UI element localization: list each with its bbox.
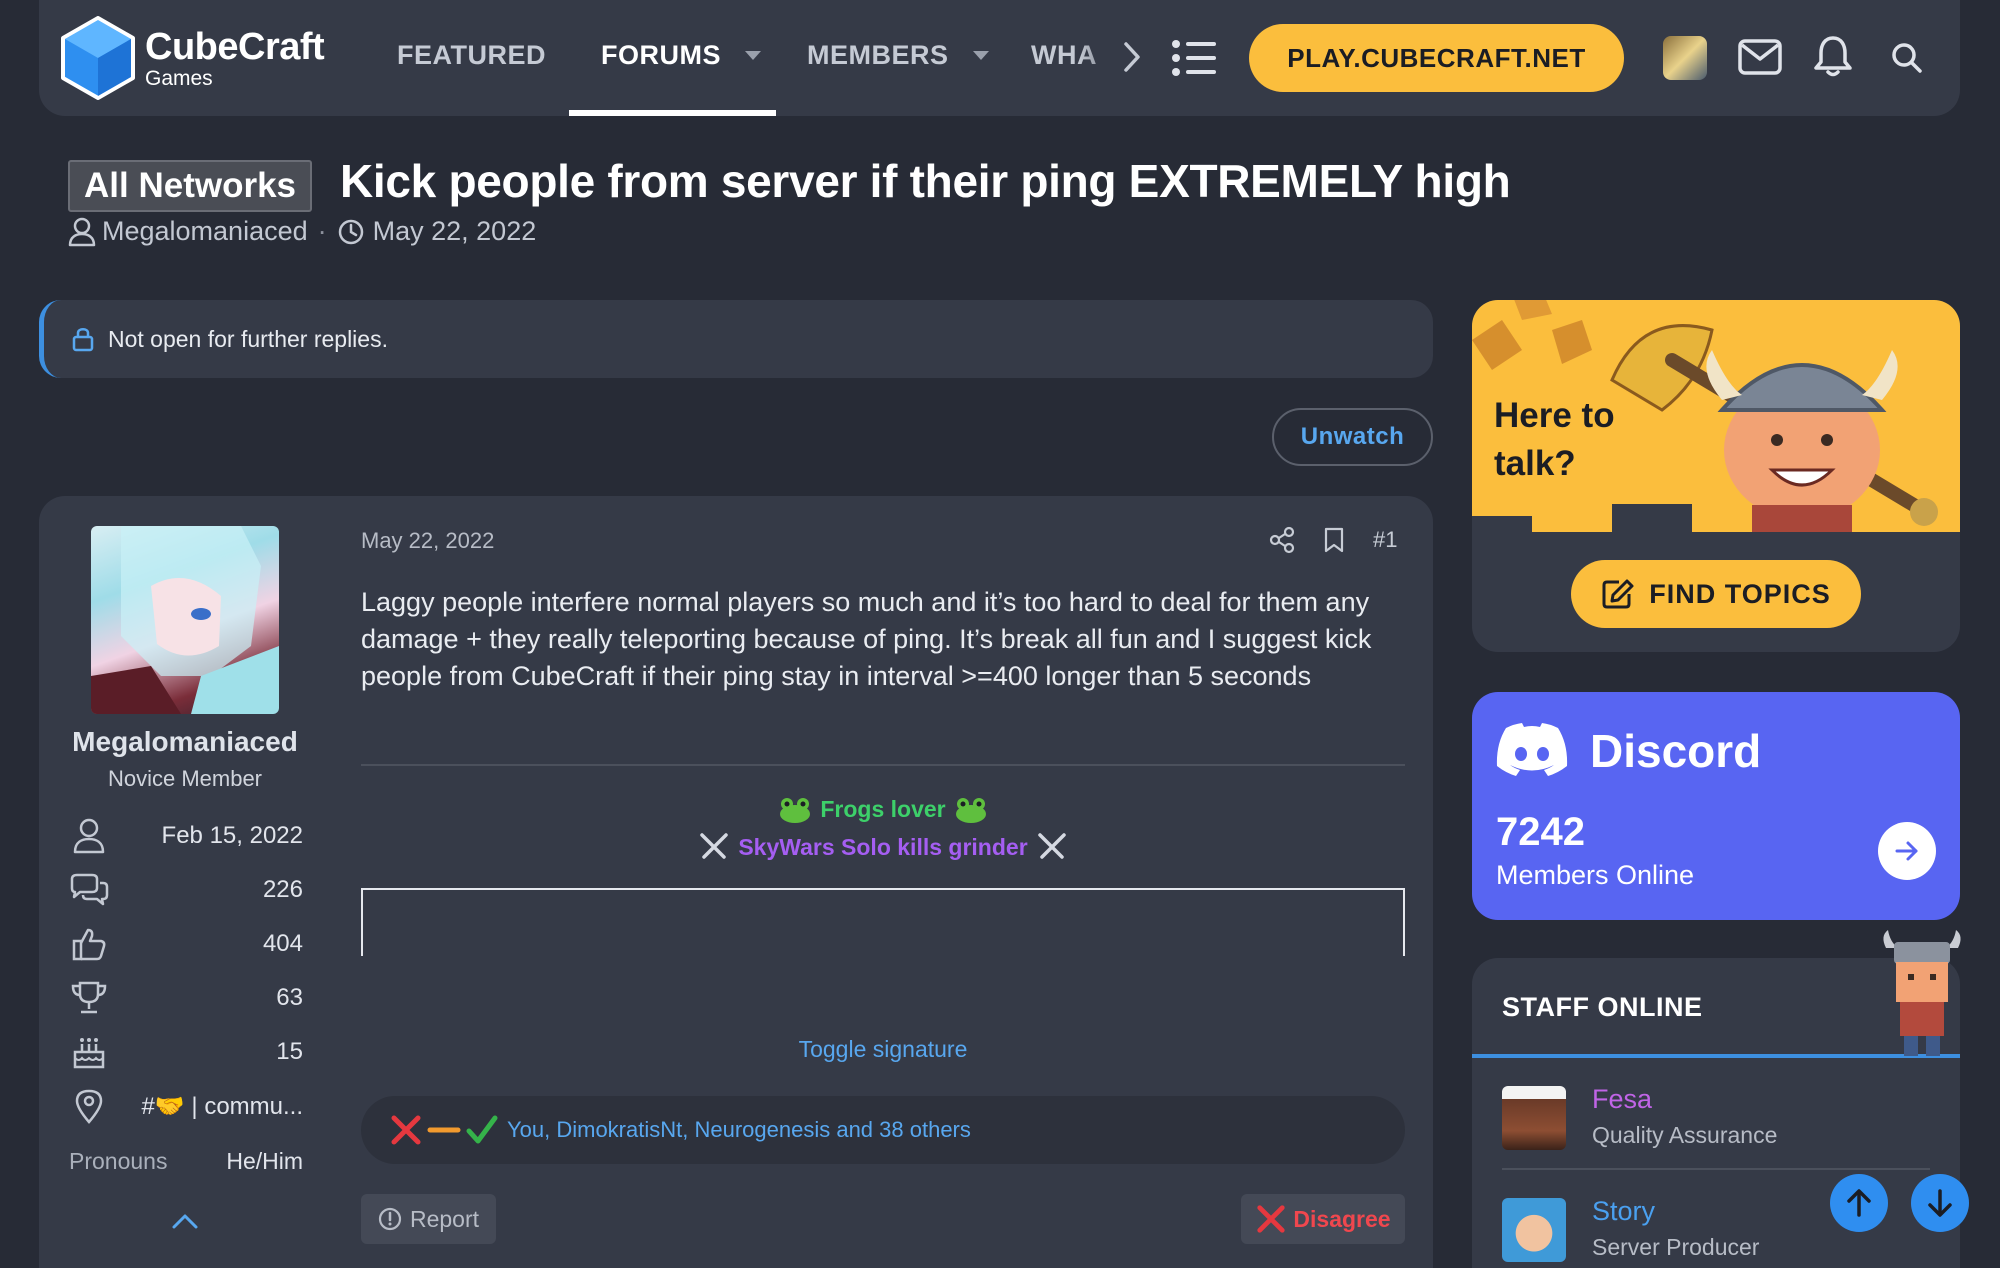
edit-icon [1602, 579, 1634, 609]
poster-title: Novice Member [107, 766, 263, 791]
thread-meta: Megalomaniaced · May 22, 2022 [68, 216, 536, 247]
site-logo[interactable]: CubeCraft Games [61, 16, 325, 100]
stat-messages: 226 [67, 868, 303, 912]
arrow-right-icon [1895, 841, 1918, 861]
discord-title: Discord [1590, 725, 1762, 777]
poster-name[interactable]: Megalomaniaced [39, 726, 331, 758]
thread-title: Kick people from server if their ping EX… [340, 155, 1511, 207]
trophy-icon [71, 981, 107, 1014]
logo-name: CubeCraft [145, 25, 325, 68]
signature-box [361, 888, 1405, 956]
post-body: Laggy people interfere normal players so… [361, 587, 1372, 691]
discord-members-label: Members Online [1496, 860, 1695, 890]
reactions-bar[interactable]: You, DimokratisNt, Neurogenesis and 38 o… [361, 1096, 1405, 1164]
staff-avatar[interactable] [1502, 1198, 1566, 1262]
chevron-down-icon[interactable] [745, 51, 761, 60]
bookmark-icon[interactable] [1323, 526, 1345, 554]
crossed-swords-icon [1037, 833, 1066, 859]
nav-forums[interactable]: FORUMS [601, 40, 761, 71]
stat-location: #🤝 | commu... [67, 1084, 303, 1128]
frog-icon [780, 797, 811, 823]
comments-icon [70, 873, 109, 906]
lock-icon [72, 328, 94, 352]
report-button[interactable]: Report [361, 1194, 496, 1244]
disagree-x-icon [391, 1115, 421, 1145]
staff-avatar[interactable] [1502, 1086, 1566, 1150]
unwatch-button[interactable]: Unwatch [1272, 408, 1433, 466]
play-server-button[interactable]: PLAY.CUBECRAFT.NET [1249, 24, 1624, 92]
nav-featured[interactable]: FEATURED [397, 40, 546, 71]
stat-points: 63 [67, 976, 303, 1020]
chevron-down-icon[interactable] [972, 51, 989, 60]
scroll-to-bottom-button[interactable] [1911, 1174, 1969, 1232]
thread-date[interactable]: May 22, 2022 [373, 216, 537, 247]
staff-role: Quality Assurance [1592, 1122, 1778, 1148]
thread-prefix-badge[interactable]: All Networks [68, 160, 312, 212]
staff-name[interactable]: Story [1592, 1196, 1655, 1227]
pronouns-field: Pronouns He/Him [69, 1148, 303, 1174]
stat-reactions: 404 [67, 922, 303, 966]
map-pin-icon [75, 1089, 103, 1124]
discord-widget[interactable]: Discord 7242 Members Online [1472, 692, 1960, 920]
thumbs-up-icon [72, 928, 106, 961]
staff-online-heading: STAFF ONLINE [1502, 992, 1703, 1022]
discord-join-button[interactable] [1878, 822, 1936, 880]
bell-icon[interactable] [1813, 34, 1853, 78]
checkmark-icon [466, 1115, 498, 1144]
cube-logo-icon [61, 16, 135, 100]
stat-joined: Feb 15, 2022 [67, 814, 303, 858]
post-tools: #1 [1269, 526, 1397, 554]
search-icon[interactable] [1891, 42, 1923, 74]
arrow-down-icon [1928, 1189, 1952, 1217]
share-icon[interactable] [1269, 526, 1295, 554]
post-date[interactable]: May 22, 2022 [361, 528, 494, 554]
reactions-list[interactable]: You, DimokratisNt, Neurogenesis and 38 o… [507, 1117, 971, 1143]
staff-role: Server Producer [1592, 1234, 1760, 1260]
discord-member-count: 7242 [1496, 810, 1585, 854]
promo-heading: Here to talk? [1494, 396, 1615, 483]
find-topics-button[interactable]: FIND TOPICS [1571, 560, 1861, 628]
arrow-up-icon [1847, 1189, 1871, 1217]
active-tab-indicator [569, 110, 776, 116]
menu-list-icon[interactable] [1171, 38, 1217, 78]
disagree-button[interactable]: Disagree [1241, 1194, 1405, 1244]
mail-icon[interactable] [1737, 38, 1783, 76]
logo-subtitle: Games [145, 66, 213, 90]
thread-author[interactable]: Megalomaniaced [102, 216, 308, 247]
dash-icon [427, 1127, 461, 1133]
signature-line-1: Frogs lover [361, 796, 1405, 823]
chevron-up-icon[interactable] [171, 1212, 199, 1230]
post-card: Megalomaniaced Novice Member Feb 15, 202… [39, 496, 1433, 1268]
user-avatar[interactable] [1663, 36, 1707, 80]
signature-line-2: SkyWars Solo kills grinder [361, 832, 1405, 862]
staff-member-fesa[interactable]: Fesa Quality Assurance [1502, 1072, 1942, 1164]
locked-notice-text: Not open for further replies. [108, 325, 388, 352]
nav-members[interactable]: MEMBERS [807, 40, 989, 71]
viking-mascot-icon [1883, 930, 1961, 1056]
crossed-swords-icon [700, 833, 729, 859]
signature-divider [361, 764, 1405, 766]
alert-circle-icon [378, 1207, 402, 1231]
locked-notice: Not open for further replies. [39, 300, 1433, 378]
discord-icon [1496, 723, 1568, 776]
clock-icon [338, 219, 363, 244]
stat-age: 15 [67, 1030, 303, 1074]
top-navbar: CubeCraft Games FEATURED FORUMS MEMBERS … [39, 0, 1960, 116]
disagree-x-icon [1257, 1205, 1286, 1233]
chevron-right-icon[interactable] [1121, 40, 1143, 74]
scroll-to-top-button[interactable] [1830, 1174, 1888, 1232]
staff-name[interactable]: Fesa [1592, 1084, 1652, 1115]
birthday-cake-icon [73, 1038, 105, 1069]
post-number[interactable]: #1 [1373, 527, 1397, 553]
user-icon [68, 217, 96, 246]
user-icon [73, 818, 105, 854]
find-topics-promo: Here to talk? FIND TOPICS [1472, 300, 1960, 652]
toggle-signature-link[interactable]: Toggle signature [361, 1036, 1405, 1063]
poster-avatar[interactable] [91, 526, 279, 714]
frog-icon [955, 797, 986, 823]
